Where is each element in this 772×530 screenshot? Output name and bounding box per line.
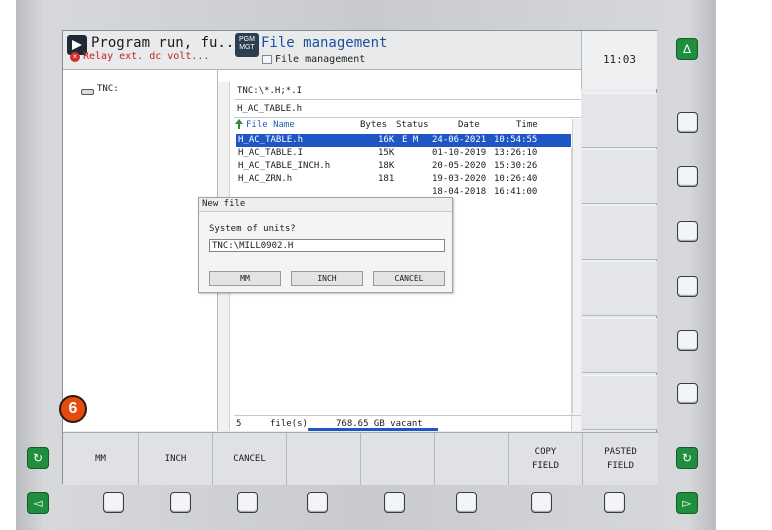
physical-right-key-2[interactable] — [677, 166, 698, 187]
mode-title: Program run, fu... — [91, 35, 243, 51]
row-name: H_AC_TABLE.I — [238, 148, 304, 158]
files-label: file(s) — [270, 419, 308, 429]
dialog-inch-button[interactable]: INCH — [291, 271, 363, 286]
column-header-status[interactable]: Status — [396, 120, 429, 130]
row-name: H_AC_TABLE_INCH.h — [238, 161, 331, 171]
programming-mode-subtitle: File management — [275, 54, 366, 65]
softkey-cancel-label: CANCEL — [233, 454, 266, 464]
pgm-badge-top: PGM — [239, 36, 255, 43]
physical-bottom-key-3[interactable] — [237, 492, 258, 513]
table-row[interactable]: H_AC_TABLE.I 15K 01-10-2019 13:26:10 — [236, 147, 571, 160]
table-row[interactable]: H_AC_ZRN.h 181 19-03-2020 10:26:40 — [236, 173, 571, 186]
softkey-cancel[interactable]: CANCEL — [213, 433, 287, 485]
row-bytes: 16K — [378, 135, 395, 145]
physical-bottom-key-8[interactable] — [604, 492, 625, 513]
physical-bottom-key-7[interactable] — [531, 492, 552, 513]
cycle-icon[interactable]: ↻ — [27, 447, 49, 469]
row-name: H_AC_ZRN.h — [238, 174, 293, 184]
softkey-empty-6[interactable] — [435, 433, 509, 485]
row-bytes: 181 — [378, 174, 395, 184]
softkey-mm-label: MM — [95, 454, 106, 464]
physical-right-key-5[interactable] — [677, 330, 698, 351]
right-softkey-2[interactable] — [582, 149, 657, 204]
row-time: 10:26:40 — [494, 174, 538, 184]
row-date: 18-04-2018 — [432, 187, 487, 197]
softkey-mm[interactable]: MM — [63, 433, 139, 485]
physical-bottom-key-2[interactable] — [170, 492, 191, 513]
column-header-file-name[interactable]: File Name — [246, 120, 295, 130]
softkey-copy-label-2: FIELD — [531, 461, 560, 471]
dialog-cancel-button[interactable]: CANCEL — [373, 271, 445, 286]
row-time: 13:26:10 — [494, 148, 538, 158]
clock: 11:03 — [581, 31, 657, 89]
column-header-time[interactable]: Time — [516, 120, 538, 130]
sort-up-arrow-icon[interactable] — [235, 119, 244, 130]
pgm-mgt-icon: PGM MGT — [235, 33, 259, 57]
softkey-pasted-label-2: FIELD — [606, 461, 635, 471]
right-softkey-5[interactable] — [582, 318, 657, 373]
physical-right-key-4[interactable] — [677, 276, 698, 297]
directory-tree[interactable]: TNC: — [63, 70, 218, 431]
dialog-title: New file — [199, 198, 452, 212]
table-row[interactable]: H_AC_TABLE_INCH.h 18K 20-05-2020 15:30:2… — [236, 160, 571, 173]
current-file-label: H_AC_TABLE.h — [234, 100, 581, 118]
softkey-pasted-label-1: PASTED — [604, 447, 637, 457]
softkey-copy-label-1: COPY — [534, 447, 557, 457]
row-date: 20-05-2020 — [432, 161, 487, 171]
error-icon: × — [70, 52, 80, 62]
right-softkey-6[interactable] — [582, 375, 657, 430]
dialog-mm-button[interactable]: MM — [209, 271, 281, 286]
right-softkey-1[interactable] — [582, 93, 657, 148]
softkey-empty-5[interactable] — [361, 433, 435, 485]
new-file-name-input[interactable]: TNC:\MILL0902.H — [209, 239, 445, 252]
row-time: 15:30:26 — [494, 161, 538, 171]
right-softkey-4[interactable] — [582, 261, 657, 316]
drive-icon — [81, 89, 94, 95]
dialog-prompt: System of units? — [209, 224, 296, 234]
row-date: 19-03-2020 — [432, 174, 487, 184]
softkey-copy-field[interactable]: COPY FIELD — [509, 433, 583, 485]
table-row[interactable]: H_AC_TABLE.h 16K E M 24-06-2021 10:54:55 — [236, 134, 571, 147]
right-softkey-scrollbar[interactable] — [572, 119, 581, 413]
triangle-right-icon[interactable]: ▻ — [676, 492, 698, 514]
physical-bottom-key-1[interactable] — [103, 492, 124, 513]
triangle-up-icon[interactable]: Δ — [676, 38, 698, 60]
new-file-dialog: New file System of units? TNC:\MILL0902.… — [198, 197, 453, 293]
softkey-inch[interactable]: INCH — [139, 433, 213, 485]
row-bytes: 15K — [378, 148, 395, 158]
physical-bottom-key-4[interactable] — [307, 492, 328, 513]
path-filter: TNC:\*.H;*.I — [234, 82, 581, 100]
file-icon — [262, 55, 272, 64]
row-name: H_AC_TABLE.h — [238, 135, 304, 145]
softkey-bar: MM INCH CANCEL COPY FIELD PASTED FIELD — [63, 432, 658, 485]
file-count: 5 — [236, 419, 242, 429]
physical-bottom-key-5[interactable] — [384, 492, 405, 513]
control-screen: Program run, fu... × Relay ext. dc volt.… — [62, 30, 658, 485]
callout-badge: 6 — [59, 395, 87, 423]
right-softkey-3[interactable] — [582, 205, 657, 260]
drive-item-tnc[interactable]: TNC: — [97, 84, 119, 94]
focus-indicator — [308, 428, 438, 431]
softkey-empty-4[interactable] — [287, 433, 361, 485]
physical-bottom-key-6[interactable] — [456, 492, 477, 513]
softkey-pasted-field[interactable]: PASTED FIELD — [583, 433, 658, 485]
cycle-icon[interactable]: ↻ — [676, 447, 698, 469]
programming-mode-title: File management — [261, 35, 388, 51]
physical-right-key-3[interactable] — [677, 221, 698, 242]
row-date: 01-10-2019 — [432, 148, 487, 158]
physical-right-key-6[interactable] — [677, 383, 698, 404]
row-bytes: 18K — [378, 161, 395, 171]
row-date: 24-06-2021 — [432, 135, 487, 145]
row-time: 16:41:00 — [494, 187, 538, 197]
error-message[interactable]: Relay ext. dc volt... — [83, 51, 209, 62]
pgm-badge-bottom: MGT — [239, 44, 255, 51]
triangle-left-icon[interactable]: ◅ — [27, 492, 49, 514]
machine-mode-header[interactable]: Program run, fu... × Relay ext. dc volt.… — [63, 31, 243, 69]
softkey-inch-label: INCH — [164, 454, 187, 464]
row-status: E M — [402, 135, 419, 145]
column-header-bytes[interactable]: Bytes — [360, 120, 387, 130]
row-time: 10:54:55 — [494, 135, 538, 145]
column-header-date[interactable]: Date — [458, 120, 480, 130]
physical-right-key-1[interactable] — [677, 112, 698, 133]
